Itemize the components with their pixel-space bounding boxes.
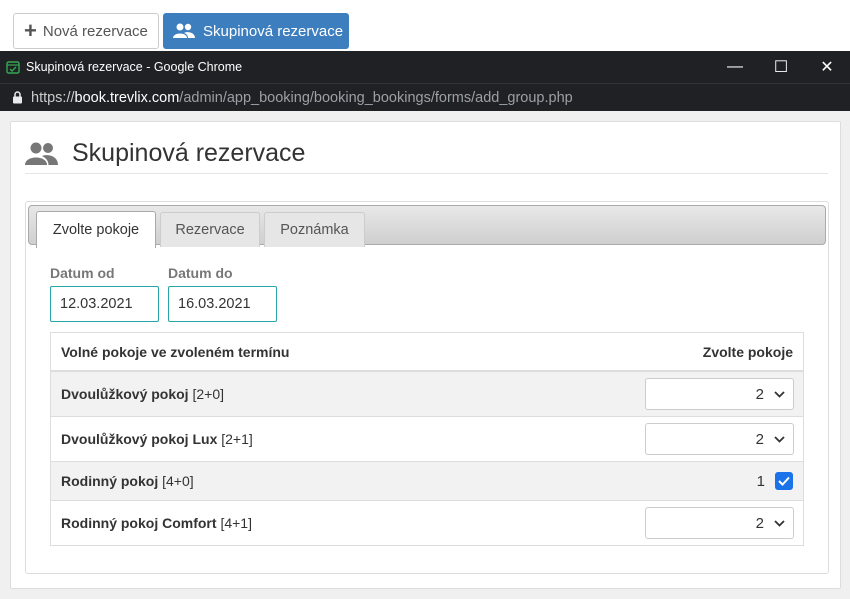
tab-select-rooms[interactable]: Zvolte pokoje	[36, 211, 156, 248]
check-icon	[778, 476, 790, 486]
top-toolbar: + Nová rezervace Skupinová rezervace	[0, 0, 850, 52]
page-heading: Skupinová rezervace	[25, 134, 828, 174]
close-button[interactable]: ✕	[804, 51, 850, 83]
table-row: Rodinný pokoj [4+0] 1	[51, 462, 803, 501]
tab-booking[interactable]: Rezervace	[160, 212, 260, 247]
rooms-header: Volné pokoje ve zvoleném termínu	[61, 343, 290, 360]
chrome-popup-window: Skupinová rezervace - Google Chrome — ☐ …	[0, 51, 850, 599]
users-icon	[173, 23, 195, 38]
url-scheme: https://	[31, 89, 75, 106]
url-path: /admin/app_booking/booking_bookings/form…	[179, 89, 573, 106]
table-row: Dvoulůžkový pokoj Lux [2+1] 2	[51, 417, 803, 462]
room-capacity: [2+1]	[221, 431, 253, 447]
window-titlebar[interactable]: Skupinová rezervace - Google Chrome — ☐ …	[0, 51, 850, 83]
room-capacity: [4+0]	[162, 473, 194, 489]
window-title: Skupinová rezervace - Google Chrome	[26, 60, 243, 74]
tab-note[interactable]: Poznámka	[264, 212, 365, 247]
room-capacity: [2+0]	[192, 386, 224, 402]
room-count-select[interactable]: 2	[645, 378, 794, 410]
page-title: Skupinová rezervace	[72, 139, 306, 167]
group-booking-label: Skupinová rezervace	[203, 22, 344, 40]
select-value: 2	[755, 385, 764, 403]
page-card: Skupinová rezervace Zvolte pokoje Rezerv…	[10, 121, 841, 589]
room-count-select[interactable]: 2	[645, 423, 794, 455]
maximize-button[interactable]: ☐	[758, 51, 804, 83]
url-host: book.trevlix.com	[74, 89, 180, 106]
chevron-down-icon	[774, 390, 785, 398]
rooms-table: Volné pokoje ve zvoleném termínu Zvolte …	[50, 332, 804, 546]
room-checkbox[interactable]	[775, 472, 793, 490]
select-header: Zvolte pokoje	[702, 343, 793, 360]
room-name: Dvoulůžkový pokoj	[61, 386, 189, 402]
chevron-down-icon	[774, 435, 785, 443]
room-count-select[interactable]: 2	[645, 507, 794, 539]
minimize-button[interactable]: —	[712, 51, 758, 83]
date-from-input[interactable]: 12.03.2021	[50, 286, 159, 322]
date-to-input[interactable]: 16.03.2021	[168, 286, 277, 322]
room-capacity: [4+1]	[220, 515, 252, 531]
room-count-value: 1	[756, 472, 765, 490]
table-row: Rodinný pokoj Comfort [4+1] 2	[51, 501, 803, 545]
room-name: Rodinný pokoj	[61, 473, 159, 489]
plus-icon: +	[24, 18, 37, 43]
date-from-label: Datum od	[50, 265, 115, 281]
tab-bar: Zvolte pokoje Rezervace Poznámka	[28, 205, 826, 248]
select-value: 2	[755, 430, 764, 448]
address-bar[interactable]: https://book.trevlix.com/admin/app_booki…	[0, 83, 850, 111]
table-row: Dvoulůžkový pokoj [2+0] 2	[51, 372, 803, 417]
new-booking-button[interactable]: + Nová rezervace	[13, 13, 159, 49]
group-booking-button[interactable]: Skupinová rezervace	[163, 13, 349, 49]
new-booking-label: Nová rezervace	[42, 22, 148, 40]
select-value: 2	[755, 514, 764, 532]
lock-icon	[13, 91, 22, 104]
chevron-down-icon	[774, 519, 785, 527]
rooms-table-header: Volné pokoje ve zvoleném termínu Zvolte …	[51, 333, 803, 372]
room-name: Dvoulůžkový pokoj Lux	[61, 431, 218, 447]
calendar-check-icon	[6, 61, 20, 74]
users-icon	[25, 142, 58, 165]
room-name: Rodinný pokoj Comfort	[61, 515, 217, 531]
date-to-label: Datum do	[168, 265, 233, 281]
tabs-panel: Zvolte pokoje Rezervace Poznámka Datum o…	[25, 201, 829, 574]
